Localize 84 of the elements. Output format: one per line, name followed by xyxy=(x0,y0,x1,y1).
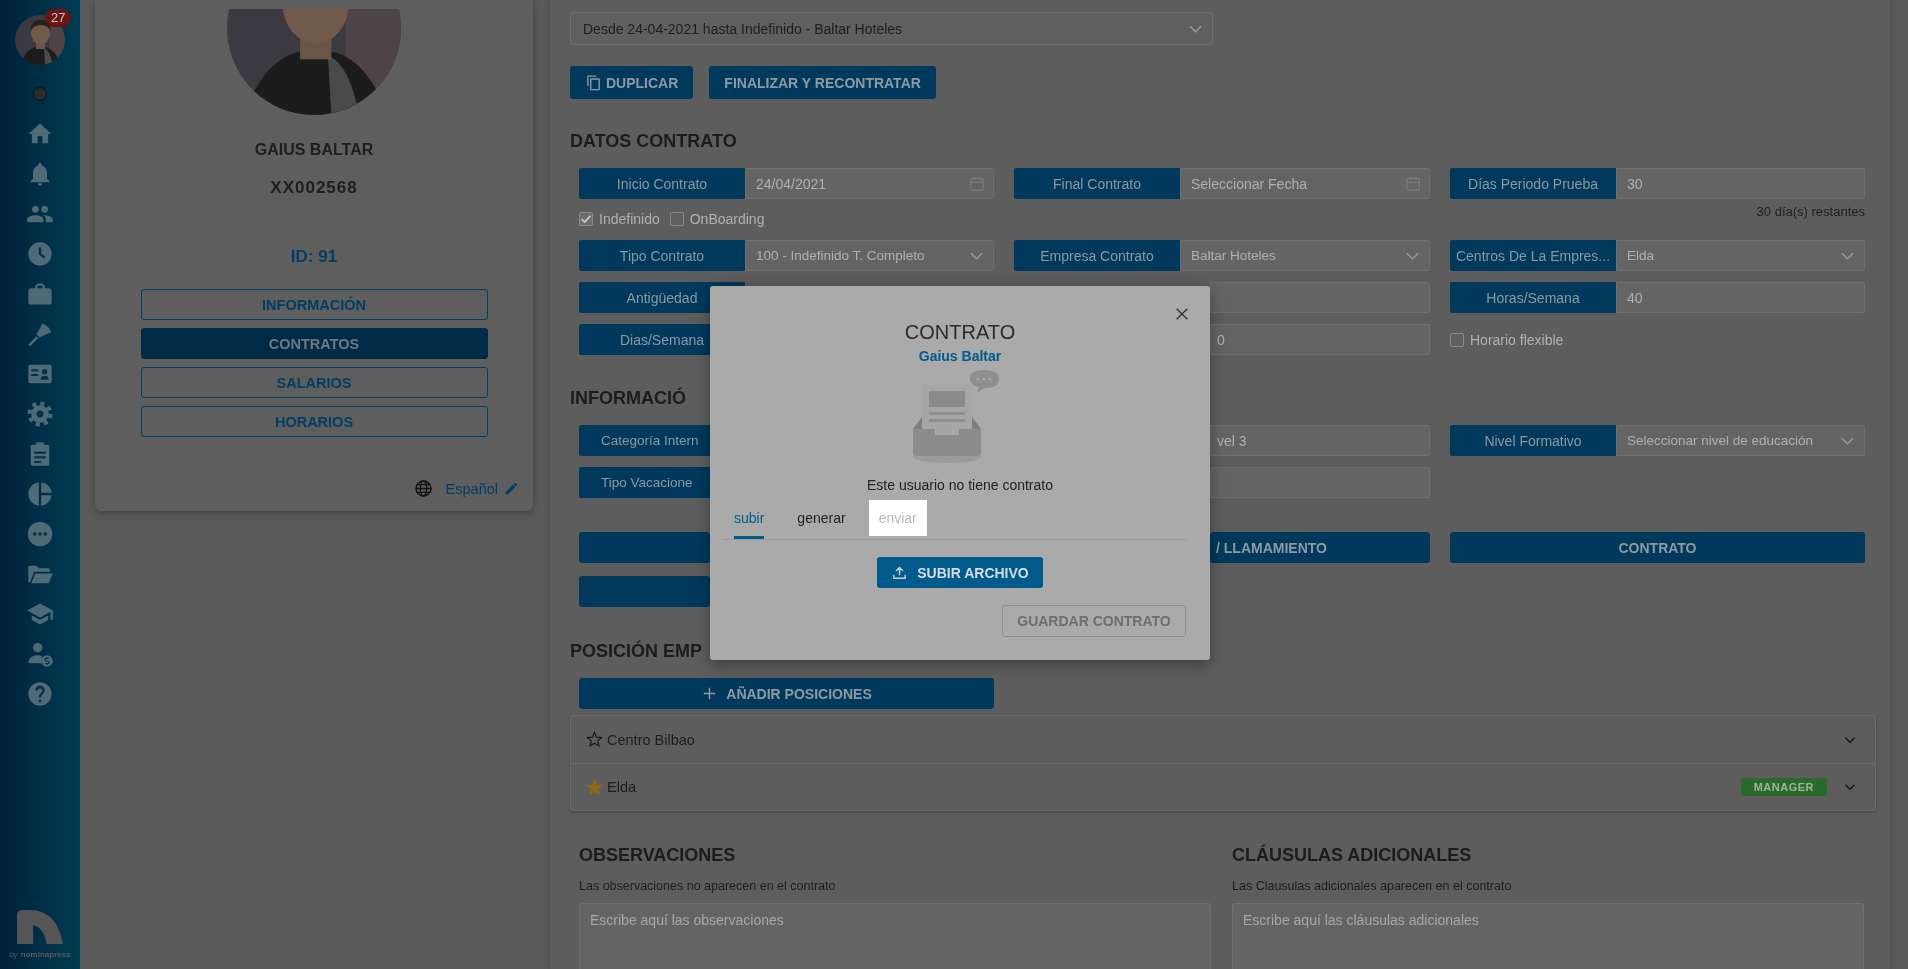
checkbox[interactable] xyxy=(1450,332,1464,347)
clock-icon[interactable] xyxy=(26,240,54,268)
notes-field[interactable]: Escribe aquí las observaciones xyxy=(579,903,1211,969)
section-title: CLÁUSULAS ADICIONALES xyxy=(1232,844,1473,866)
employee-code: XX002568 xyxy=(270,178,358,198)
checkbox-label: Indefinido xyxy=(599,211,660,227)
logo-icon xyxy=(14,910,66,944)
star-icon[interactable] xyxy=(586,778,603,796)
action-button[interactable]: DUPLICAR xyxy=(570,66,694,99)
role-badge: MANAGER xyxy=(1740,778,1827,796)
brand-name: nominapress xyxy=(20,950,71,959)
copy-icon xyxy=(585,74,602,91)
select-field[interactable]: Seleccionar nivel de educación xyxy=(1616,425,1865,456)
profile-name: GAIUS BALTAR xyxy=(254,140,374,160)
chevron-icon xyxy=(1189,24,1202,33)
action-button[interactable]: CONTRATO xyxy=(1450,532,1865,563)
contract-select[interactable]: Desde 24-04-2021 hasta Indefinido - Baltar Hoteles xyxy=(570,12,1213,45)
notes-field[interactable]: Escribe aquí las cláusulas adicionales xyxy=(1232,903,1864,969)
add-positions-button[interactable]: AÑADIR POSICIONES xyxy=(579,678,994,709)
brand-prefix: by xyxy=(9,950,18,959)
pie-chart-icon[interactable] xyxy=(26,480,54,508)
profile-tab[interactable]: CONTRATOS xyxy=(140,328,488,359)
date-field[interactable]: Seleccionar Fecha xyxy=(1180,168,1430,199)
field-label: Horas/Semana xyxy=(1450,282,1616,313)
upload-button[interactable]: SUBIR ARCHIVO xyxy=(877,557,1043,588)
employee-id: ID: 91 xyxy=(290,247,338,267)
remaining-days: 30 día(s) restantes xyxy=(1756,205,1865,218)
chevron-icon xyxy=(970,251,983,260)
dialog-tab[interactable]: generar xyxy=(787,500,856,539)
action-button[interactable]: / LLAMAMIENTO xyxy=(1210,532,1430,563)
checkbox-label: OnBoarding xyxy=(689,211,765,227)
dialog-title: CONTRATO xyxy=(904,320,1016,344)
profile-tab[interactable]: HORARIOS xyxy=(140,406,488,437)
section-title: DATOS CONTRATO xyxy=(570,130,738,152)
select-field[interactable]: Baltar Hoteles xyxy=(1180,240,1430,271)
employee-name: Gaius Baltar xyxy=(918,347,1002,365)
checkbox-label: Horario flexible xyxy=(1470,331,1564,348)
field-label: Días Periodo Prueba xyxy=(1450,168,1616,199)
pencil-icon[interactable] xyxy=(504,481,519,496)
section-title: INFORMACIÓ xyxy=(570,387,687,409)
input-field[interactable] xyxy=(1210,282,1430,313)
status-dot xyxy=(33,87,47,101)
chevron-icon xyxy=(1406,251,1419,260)
checkbox[interactable] xyxy=(669,212,684,226)
field-label: Final Contrato xyxy=(1014,168,1180,199)
chevron-icon xyxy=(1841,251,1854,260)
empty-message: Este usuario no tiene contrato xyxy=(867,476,1053,494)
chat-icon[interactable] xyxy=(26,520,54,548)
select-field[interactable]: Elda xyxy=(1616,240,1865,271)
input-field[interactable]: 30 xyxy=(1616,168,1865,199)
help-icon[interactable] xyxy=(26,680,54,708)
language-link[interactable]: Español xyxy=(445,480,498,497)
profile-tab[interactable]: INFORMACIÓN xyxy=(140,289,488,320)
profile-tab[interactable]: SALARIOS xyxy=(140,367,488,398)
settings-icon[interactable] xyxy=(26,400,54,428)
input-field[interactable] xyxy=(1210,467,1430,498)
input-field[interactable]: 40 xyxy=(1616,282,1865,313)
section-title: OBSERVACIONES xyxy=(579,844,737,866)
checkbox[interactable] xyxy=(579,212,593,226)
input-field[interactable]: vel 3 xyxy=(1210,425,1430,456)
field-label: Empresa Contrato xyxy=(1014,240,1180,271)
notification-badge: 27 xyxy=(45,9,72,27)
upload-icon xyxy=(891,564,909,581)
field-label: Inicio Contrato xyxy=(579,168,745,199)
check-icon xyxy=(581,215,591,223)
chevron-icon xyxy=(1841,436,1854,445)
field-label: Centros De La Empres... xyxy=(1450,240,1616,271)
position-row[interactable]: Centro Bilbao xyxy=(571,716,1875,763)
close-icon[interactable] xyxy=(1174,306,1190,322)
star-icon[interactable] xyxy=(586,731,603,748)
field-label: Nivel Formativo xyxy=(1450,425,1616,456)
field-label: Tipo Contrato xyxy=(579,240,745,271)
person-money-icon[interactable] xyxy=(26,640,54,668)
date-field[interactable]: 24/04/2021 xyxy=(745,168,994,199)
position-name: Elda xyxy=(607,779,637,795)
globe-icon xyxy=(413,479,433,498)
section-note: Las Clausulas adicionales aparecen en el contrato xyxy=(1232,878,1513,894)
position-row[interactable]: Elda MANAGER xyxy=(571,763,1875,810)
section-note: Las observaciones no aparecen en el contrato xyxy=(579,878,837,894)
action-button[interactable]: FINALIZAR Y RECONTRATAR xyxy=(709,66,936,99)
position-name: Centro Bilbao xyxy=(607,731,695,748)
select-field[interactable]: 100 - Indefinido T. Completo xyxy=(745,240,994,271)
section-title: POSICIÓN EMP xyxy=(570,640,704,662)
input-field[interactable]: 0 xyxy=(1210,324,1430,355)
